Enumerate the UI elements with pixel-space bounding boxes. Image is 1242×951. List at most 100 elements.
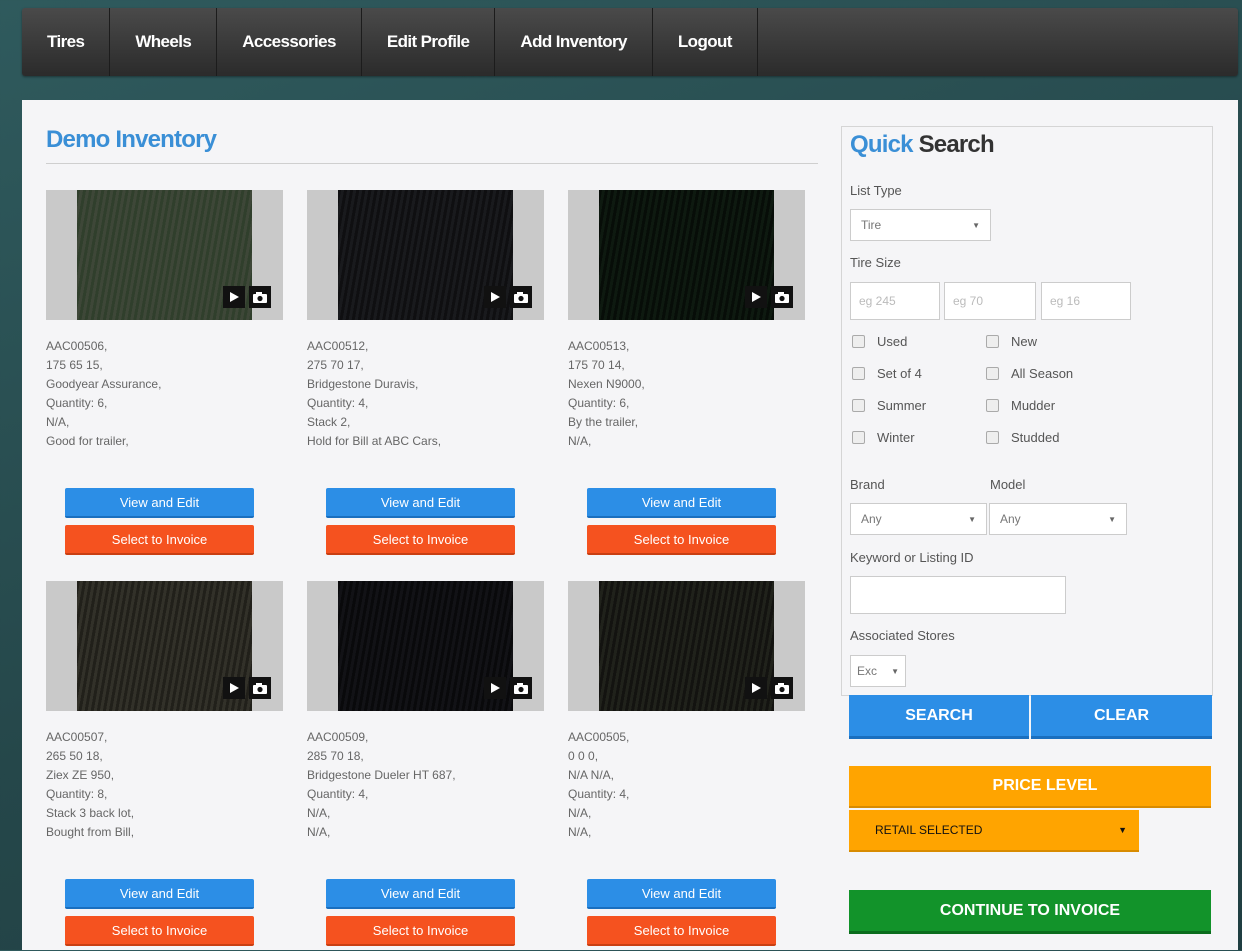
chevron-down-icon: ▼ bbox=[968, 514, 976, 524]
select-to-invoice-button[interactable]: Select to Invoice bbox=[326, 916, 515, 946]
price-level-select[interactable]: RETAIL SELECTED ▼ bbox=[849, 810, 1139, 852]
nav-logout[interactable]: Logout bbox=[653, 8, 758, 76]
media-icons bbox=[484, 677, 532, 699]
mudder-checkbox[interactable]: Mudder bbox=[986, 398, 1055, 413]
all-season-checkbox[interactable]: All Season bbox=[986, 366, 1073, 381]
inventory-card: AAC00507, 265 50 18, Ziex ZE 950, Quantity:… bbox=[46, 581, 283, 951]
quick-search-title: Quick Search bbox=[850, 131, 995, 159]
winter-checkbox[interactable]: Winter bbox=[852, 430, 915, 445]
new-checkbox[interactable]: New bbox=[986, 334, 1037, 349]
detail-line: Hold for Bill at ABC Cars, bbox=[307, 434, 442, 448]
stores-select[interactable]: Exc ▼ bbox=[850, 655, 906, 687]
detail-line: N/A N/A, bbox=[568, 768, 615, 782]
select-to-invoice-button[interactable]: Select to Invoice bbox=[65, 525, 254, 555]
select-to-invoice-button[interactable]: Select to Invoice bbox=[326, 525, 515, 555]
checkbox-box[interactable] bbox=[986, 335, 999, 348]
camera-icon[interactable] bbox=[510, 677, 532, 699]
tire-width-input[interactable]: eg 245 bbox=[850, 282, 940, 320]
checkbox-box[interactable] bbox=[852, 367, 865, 380]
winter-label: Winter bbox=[877, 430, 915, 445]
price-level-button[interactable]: PRICE LEVEL bbox=[849, 766, 1211, 808]
detail-line: 265 50 18, bbox=[46, 749, 103, 763]
detail-line: Quantity: 8, bbox=[46, 787, 108, 801]
inventory-details: AAC00512, 275 70 17, Bridgestone Duravis, Q… bbox=[307, 337, 441, 451]
play-video-icon[interactable] bbox=[223, 286, 245, 308]
model-select[interactable]: Any ▼ bbox=[989, 503, 1127, 535]
tire-size-label: Tire Size bbox=[850, 255, 901, 270]
studded-checkbox[interactable]: Studded bbox=[986, 430, 1059, 445]
view-and-edit-button[interactable]: View and Edit bbox=[65, 488, 254, 518]
price-level-value: RETAIL SELECTED bbox=[875, 823, 983, 837]
detail-line: By the trailer, bbox=[568, 415, 639, 429]
used-checkbox[interactable]: Used bbox=[852, 334, 907, 349]
detail-line: Quantity: 4, bbox=[307, 396, 369, 410]
tire-photo[interactable] bbox=[46, 581, 283, 711]
tire-photo[interactable] bbox=[568, 190, 805, 320]
search-button[interactable]: SEARCH bbox=[849, 695, 1029, 739]
view-and-edit-button[interactable]: View and Edit bbox=[65, 879, 254, 909]
checkbox-box[interactable] bbox=[852, 399, 865, 412]
checkbox-box[interactable] bbox=[986, 399, 999, 412]
tire-ratio-input[interactable]: eg 70 bbox=[944, 282, 1036, 320]
select-to-invoice-button[interactable]: Select to Invoice bbox=[587, 525, 776, 555]
nav-accessories[interactable]: Accessories bbox=[217, 8, 362, 76]
play-video-icon[interactable] bbox=[745, 286, 767, 308]
view-and-edit-button[interactable]: View and Edit bbox=[587, 488, 776, 518]
view-and-edit-button[interactable]: View and Edit bbox=[587, 879, 776, 909]
detail-line: AAC00512, bbox=[307, 339, 369, 353]
list-type-select[interactable]: Tire ▼ bbox=[850, 209, 991, 241]
camera-icon[interactable] bbox=[771, 286, 793, 308]
tire-photo[interactable] bbox=[46, 190, 283, 320]
select-to-invoice-button[interactable]: Select to Invoice bbox=[587, 916, 776, 946]
tire-photo[interactable] bbox=[568, 581, 805, 711]
camera-icon[interactable] bbox=[510, 286, 532, 308]
keyword-input[interactable] bbox=[850, 576, 1066, 614]
inventory-card: AAC00512, 275 70 17, Bridgestone Duravis, Q… bbox=[307, 190, 544, 560]
checkbox-box[interactable] bbox=[852, 335, 865, 348]
inventory-card: AAC00506, 175 65 15, Goodyear Assurance, Qu… bbox=[46, 190, 283, 560]
checkbox-box[interactable] bbox=[852, 431, 865, 444]
summer-checkbox[interactable]: Summer bbox=[852, 398, 926, 413]
media-icons bbox=[223, 677, 271, 699]
view-and-edit-button[interactable]: View and Edit bbox=[326, 488, 515, 518]
play-video-icon[interactable] bbox=[223, 677, 245, 699]
camera-icon[interactable] bbox=[771, 677, 793, 699]
play-video-icon[interactable] bbox=[484, 286, 506, 308]
detail-line: Quantity: 4, bbox=[307, 787, 369, 801]
quick-search-title-accent: Quick bbox=[850, 131, 913, 158]
nav-add-inventory[interactable]: Add Inventory bbox=[495, 8, 653, 76]
new-label: New bbox=[1011, 334, 1038, 349]
view-and-edit-button[interactable]: View and Edit bbox=[326, 879, 515, 909]
nav-edit-profile[interactable]: Edit Profile bbox=[362, 8, 496, 76]
brand-select[interactable]: Any ▼ bbox=[850, 503, 987, 535]
set-of-4-label: Set of 4 bbox=[877, 366, 922, 381]
detail-line: N/A, bbox=[568, 434, 592, 448]
camera-icon[interactable] bbox=[249, 286, 271, 308]
tire-photo[interactable] bbox=[307, 581, 544, 711]
clear-button[interactable]: CLEAR bbox=[1031, 695, 1212, 739]
list-type-label: List Type bbox=[850, 183, 902, 198]
chevron-down-icon: ▼ bbox=[1118, 825, 1127, 835]
tire-diameter-input[interactable]: eg 16 bbox=[1041, 282, 1131, 320]
detail-line: N/A, bbox=[46, 415, 70, 429]
detail-line: 175 70 14, bbox=[568, 358, 625, 372]
set-of-4-checkbox[interactable]: Set of 4 bbox=[852, 366, 922, 381]
inventory-details: AAC00506, 175 65 15, Goodyear Assurance, Qu… bbox=[46, 337, 161, 451]
checkbox-box[interactable] bbox=[986, 431, 999, 444]
play-video-icon[interactable] bbox=[745, 677, 767, 699]
select-to-invoice-button[interactable]: Select to Invoice bbox=[65, 916, 254, 946]
continue-to-invoice-button[interactable]: CONTINUE TO INVOICE bbox=[849, 890, 1211, 934]
play-video-icon[interactable] bbox=[484, 677, 506, 699]
inventory-details: AAC00507, 265 50 18, Ziex ZE 950, Quantity:… bbox=[46, 728, 134, 842]
inventory-details: AAC00513, 175 70 14, Nexen N9000, Quantity:… bbox=[568, 337, 645, 451]
nav-wheels[interactable]: Wheels bbox=[110, 8, 218, 76]
detail-line: 275 70 17, bbox=[307, 358, 364, 372]
detail-line: AAC00509, bbox=[307, 730, 369, 744]
camera-icon[interactable] bbox=[249, 677, 271, 699]
detail-line: N/A, bbox=[568, 806, 592, 820]
checkbox-box[interactable] bbox=[986, 367, 999, 380]
nav-tires[interactable]: Tires bbox=[22, 8, 111, 76]
stores-label: Associated Stores bbox=[850, 628, 955, 643]
detail-line: AAC00507, bbox=[46, 730, 108, 744]
tire-photo[interactable] bbox=[307, 190, 544, 320]
